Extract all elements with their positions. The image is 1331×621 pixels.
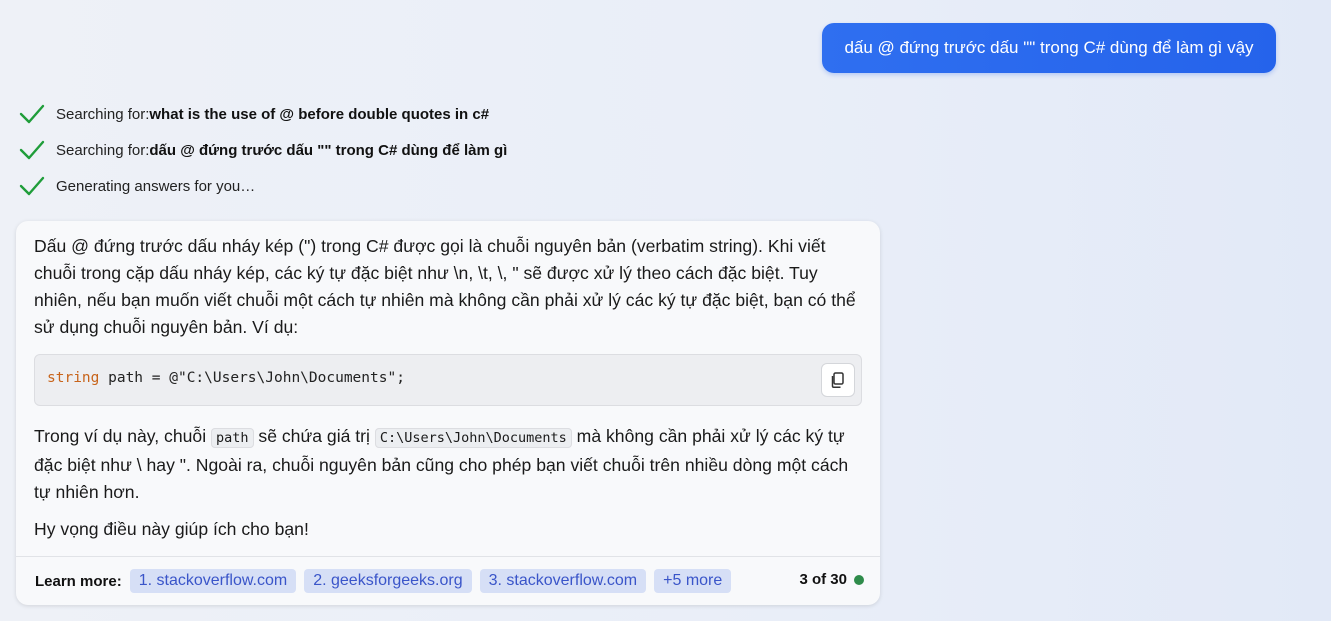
code-rest: path = @"C:\Users\John\Documents"; [99,370,405,386]
answer-closing: Hy vọng điều này giúp ích cho bạn! [34,519,309,539]
user-message-text: dấu @ đứng trước dấu "" trong C# dùng để… [844,38,1254,57]
copy-icon [831,372,844,388]
learn-more-bar: Learn more: 1. stackoverflow.com 2. geek… [16,556,880,605]
more-sources-button[interactable]: +5 more [654,569,732,593]
user-message-bubble: dấu @ đứng trước dấu "" trong C# dùng để… [822,23,1276,73]
answer-explanation: Trong ví dụ này, chuỗi path sẽ chứa giá … [34,423,864,506]
code-keyword: string [47,370,100,386]
answer-explanation-text: Trong ví dụ này, chuỗi path sẽ chứa giá … [34,423,864,506]
status-row-search-2: Searching for: dấu @ đứng trước dấu "" t… [18,137,507,163]
status-prefix: Searching for: [56,105,150,123]
inline-code-value: C:\Users\John\Documents [374,428,572,448]
status-prefix: Searching for: [56,141,150,159]
status-text: Generating answers for you… [56,177,256,195]
checkmark-icon [19,176,45,196]
source-link-1[interactable]: 1. stackoverflow.com [129,569,297,593]
counter-text: 3 of 30 [799,571,847,588]
response-counter: 3 of 30 [799,571,864,588]
learn-more-label: Learn more: [35,572,122,590]
answer-intro-text: Dấu @ đứng trước dấu nháy kép (") trong … [34,236,856,337]
status-dot-icon [854,574,864,585]
code-line[interactable]: string path = @"C:\Users\John\Documents"… [47,370,405,386]
status-row-search-1: Searching for: what is the use of @ befo… [18,101,489,127]
source-link-3[interactable]: 3. stackoverflow.com [479,569,647,593]
explain-part-2: sẽ chứa giá trị [253,426,375,446]
answer-card: Dấu @ đứng trước dấu nháy kép (") trong … [16,221,880,605]
explain-part-1: Trong ví dụ này, chuỗi [34,426,212,446]
checkmark-icon [19,140,45,160]
checkmark-icon [19,104,45,124]
status-query: dấu @ đứng trước dấu "" trong C# dùng để… [149,141,508,159]
code-block: string path = @"C:\Users\John\Documents"… [34,354,862,406]
status-query: what is the use of @ before double quote… [149,105,490,123]
inline-code-path: path [211,428,254,448]
copy-code-button[interactable] [821,363,855,397]
answer-intro: Dấu @ đứng trước dấu nháy kép (") trong … [34,233,864,341]
source-link-2[interactable]: 2. geeksforgeeks.org [304,569,472,593]
status-row-generating: Generating answers for you… [18,173,255,199]
